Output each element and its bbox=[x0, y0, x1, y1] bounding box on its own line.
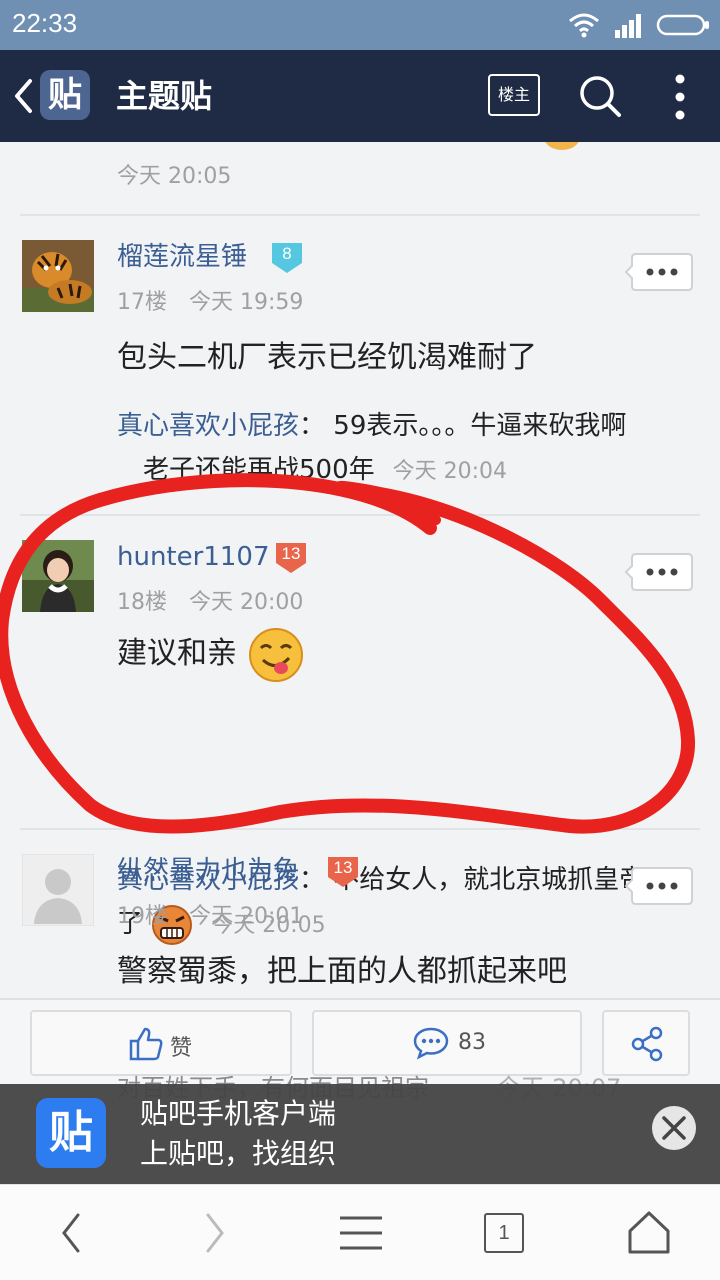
username[interactable]: 榴莲流星锤 bbox=[117, 240, 247, 274]
browser-back-icon[interactable] bbox=[58, 1211, 84, 1255]
emoji-icon bbox=[544, 142, 580, 150]
reply-text: 不给女人，就北京城抓皇帝 bbox=[333, 865, 646, 895]
comment-icon bbox=[413, 1027, 449, 1060]
close-icon[interactable] bbox=[650, 1104, 698, 1152]
comment-count: 83 bbox=[458, 1030, 486, 1055]
post-options-icon[interactable] bbox=[624, 864, 694, 908]
post-options-icon[interactable] bbox=[624, 550, 694, 594]
reply-text-continued: 老子还能再战500年 bbox=[143, 455, 375, 485]
floor-number: 17楼 bbox=[117, 290, 167, 315]
avatar[interactable] bbox=[22, 240, 94, 312]
divider bbox=[20, 828, 700, 830]
tieba-app-logo: 贴 bbox=[36, 1098, 106, 1168]
floor-number: 18楼 bbox=[117, 590, 167, 615]
browser-tabs-button[interactable]: 1 bbox=[484, 1213, 524, 1253]
search-icon[interactable] bbox=[578, 74, 622, 118]
browser-menu-icon[interactable] bbox=[338, 1215, 384, 1251]
post-time: 今天 19:59 bbox=[189, 290, 304, 315]
app-header: 贴 主题贴 楼主 bbox=[0, 50, 720, 142]
post-time: 今天 20:01 bbox=[189, 904, 304, 929]
tieba-logo[interactable]: 贴 bbox=[40, 70, 90, 120]
comment-button[interactable]: 83 bbox=[312, 1010, 582, 1076]
post-meta: 19楼 今天 20:01 bbox=[117, 898, 303, 930]
status-time: 22:33 bbox=[12, 8, 78, 38]
status-bar: 22:33 bbox=[0, 0, 720, 50]
share-button[interactable] bbox=[602, 1010, 690, 1076]
level-badge: 13 bbox=[274, 541, 308, 575]
only-op-button[interactable]: 楼主 bbox=[488, 74, 540, 116]
level-badge: 8 bbox=[270, 241, 304, 275]
avatar[interactable] bbox=[22, 540, 94, 612]
post-time: 今天 20:00 bbox=[189, 590, 304, 615]
divider bbox=[20, 214, 700, 216]
yummy-emoji-icon bbox=[248, 627, 303, 682]
browser-forward-icon[interactable] bbox=[202, 1211, 228, 1255]
reply-separator: ： bbox=[299, 865, 326, 895]
floor-number: 19楼 bbox=[117, 904, 167, 929]
post-meta: 17楼 今天 19:59 bbox=[117, 284, 303, 316]
post-content: 警察蜀黍，把上面的人都抓起来吧 bbox=[117, 954, 567, 989]
reply-text: 59表示。。。牛逼来砍我啊 bbox=[333, 411, 627, 441]
post-feed: 今天 20:05 榴莲流星锤 8 17楼 今天 19:59 包头二机厂表示已经饥渴… bbox=[0, 142, 720, 998]
share-icon bbox=[631, 1026, 663, 1062]
browser-nav-bar: 1 bbox=[0, 1184, 720, 1280]
page-title: 主题贴 bbox=[116, 77, 213, 115]
username[interactable]: hunter1107 bbox=[117, 540, 269, 574]
reply-item: 真心喜欢小屁孩： 59表示。。。牛逼来砍我啊 老子还能再战500年 今天 20:0… bbox=[117, 404, 697, 494]
reply-separator: ： bbox=[299, 411, 326, 441]
reply-username[interactable]: 真心喜欢小屁孩 bbox=[117, 411, 299, 441]
previous-post-time: 今天 20:05 bbox=[117, 164, 232, 189]
post-options-icon[interactable] bbox=[624, 250, 694, 294]
divider bbox=[20, 514, 700, 516]
app-download-banner[interactable]: 贴 贴吧手机客户端 上贴吧，找组织 bbox=[0, 1084, 720, 1184]
banner-subtitle: 上贴吧，找组织 bbox=[140, 1137, 337, 1170]
like-label: 赞 bbox=[170, 1036, 193, 1061]
post-content: 包头二机厂表示已经饥渴难耐了 bbox=[117, 340, 537, 375]
more-menu-icon[interactable] bbox=[666, 72, 694, 122]
post-text: 建议和亲 bbox=[117, 636, 237, 671]
like-button[interactable]: 赞 bbox=[30, 1010, 292, 1076]
username[interactable]: 纵然暴力也为兔 bbox=[117, 854, 299, 888]
browser-home-icon[interactable] bbox=[626, 1209, 672, 1255]
banner-title: 贴吧手机客户端 bbox=[140, 1097, 337, 1130]
signal-icon bbox=[615, 14, 641, 38]
back-icon[interactable] bbox=[12, 78, 34, 114]
post-meta: 18楼 今天 20:00 bbox=[117, 584, 303, 616]
reply-time: 今天 20:04 bbox=[392, 459, 508, 484]
level-badge: 13 bbox=[326, 855, 360, 889]
avatar-placeholder-icon[interactable] bbox=[22, 854, 94, 926]
battery-icon bbox=[656, 14, 709, 36]
wifi-icon bbox=[569, 13, 599, 38]
thumbs-up-icon bbox=[129, 1027, 163, 1061]
post-content: 建议和亲 bbox=[117, 624, 305, 684]
